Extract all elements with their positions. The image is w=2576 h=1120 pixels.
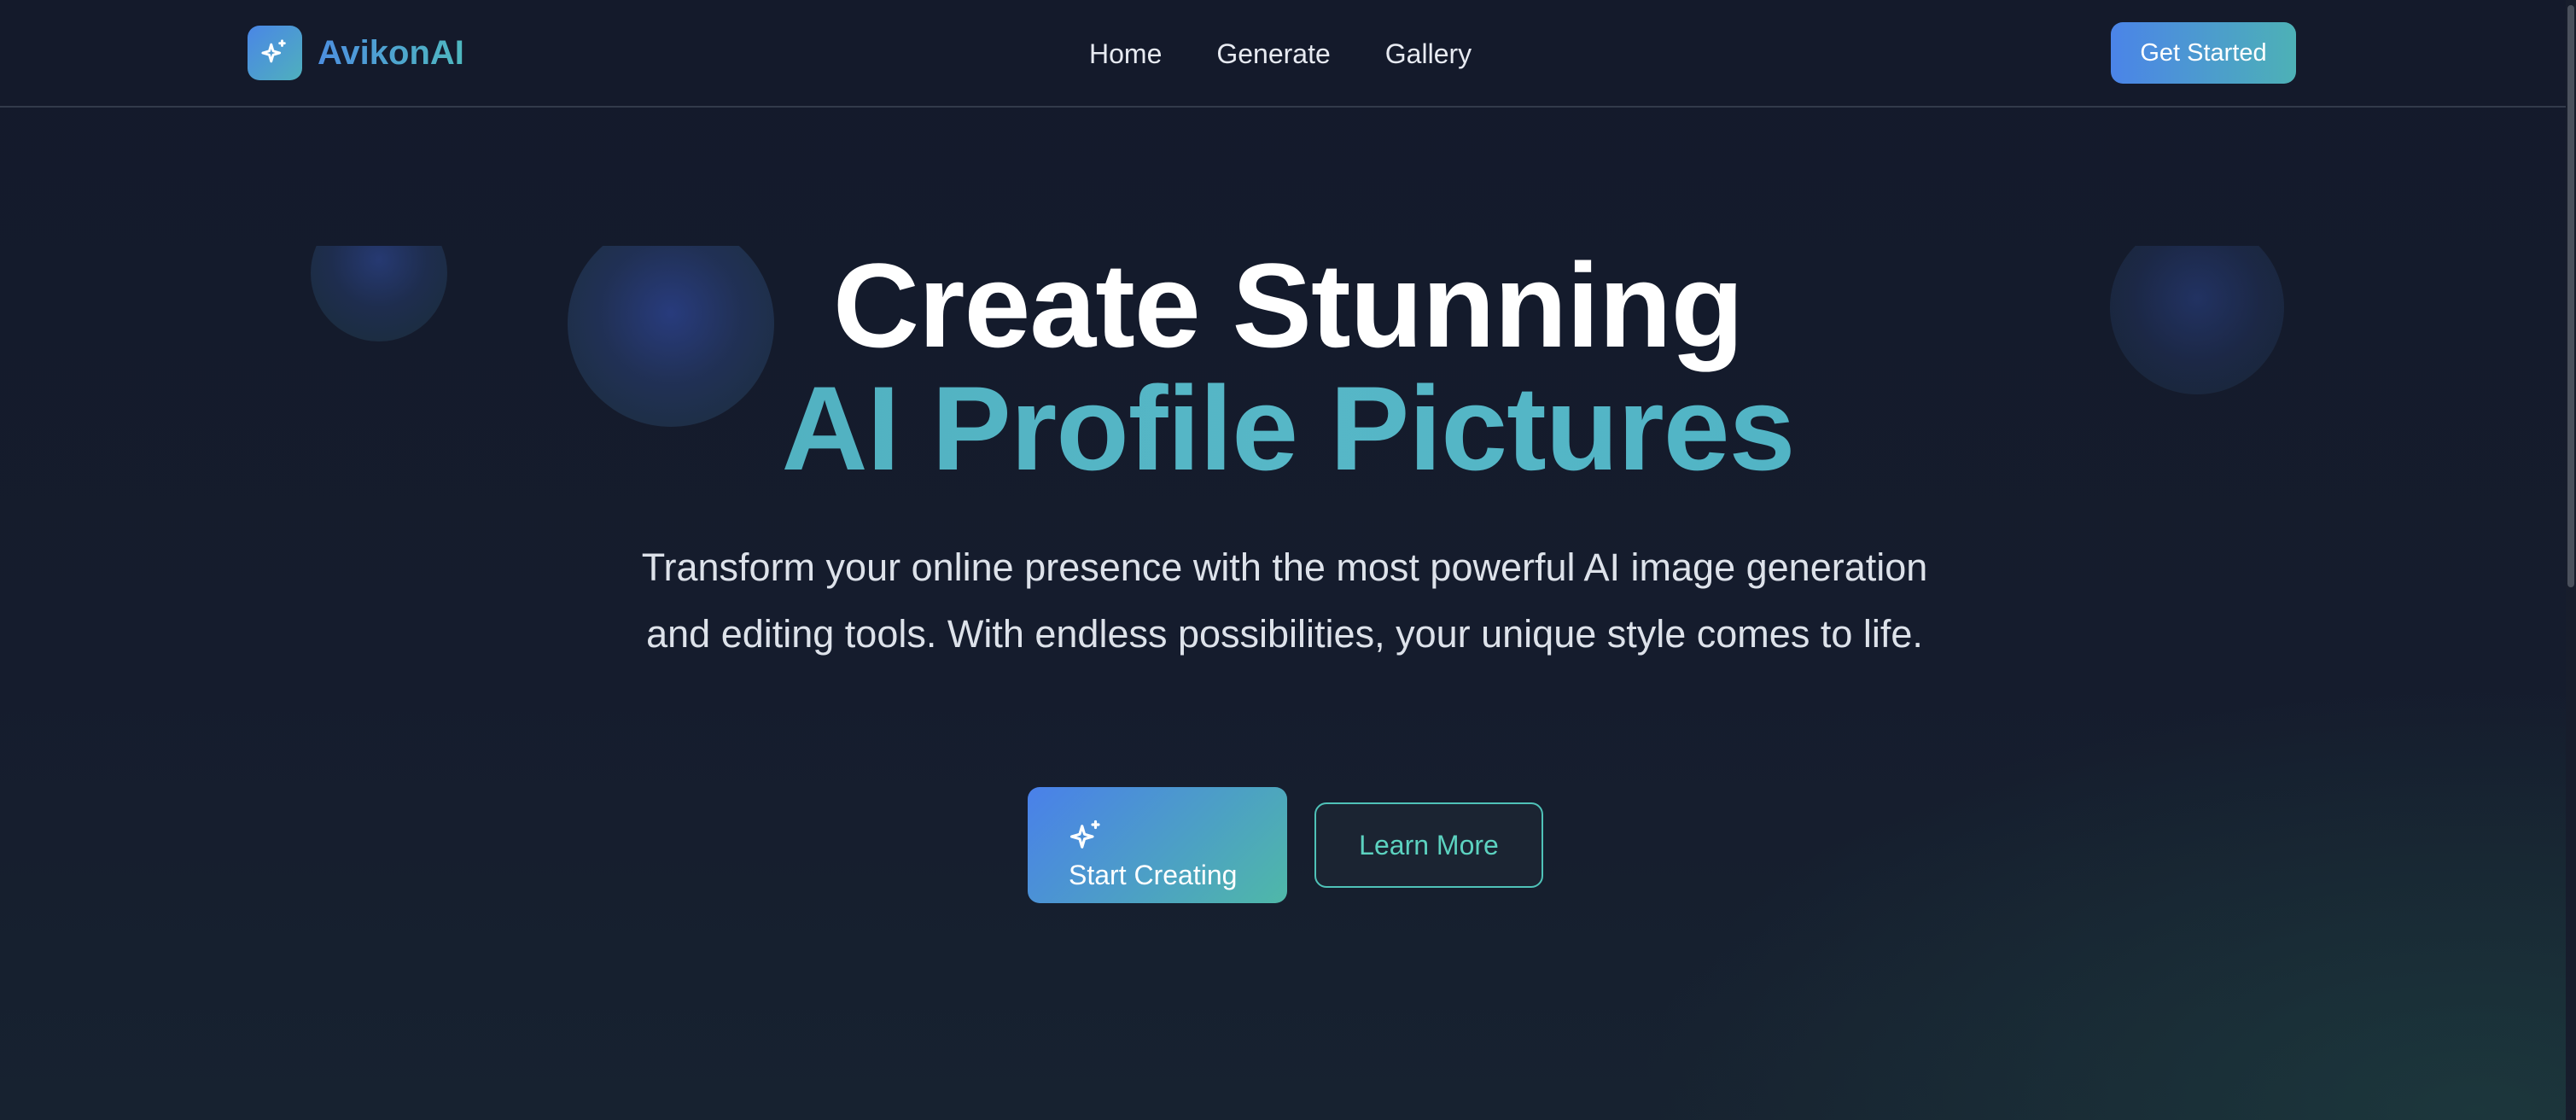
start-creating-button[interactable]: Start Creating: [1028, 787, 1287, 903]
brand-name: AvikonAI: [318, 33, 464, 72]
hero-title-line1: Create Stunning: [832, 238, 1744, 372]
hero-description: Transform your online presence with the …: [641, 545, 1928, 656]
scrollbar[interactable]: [2566, 0, 2576, 1120]
nav-link-gallery[interactable]: Gallery: [1385, 38, 1472, 70]
brand-logo[interactable]: AvikonAI: [248, 26, 464, 80]
sparkles-icon: [1069, 819, 1287, 856]
navbar: AvikonAI Home Generate Gallery Get Start…: [0, 0, 2576, 108]
hero-title: Create Stunning AI Profile Pictures: [0, 244, 2576, 490]
nav-link-generate[interactable]: Generate: [1216, 38, 1330, 70]
start-creating-label: Start Creating: [1069, 859, 1238, 890]
main-nav: Home Generate Gallery: [1089, 34, 1472, 73]
nav-link-home[interactable]: Home: [1089, 38, 1162, 70]
scrollbar-thumb[interactable]: [2567, 5, 2574, 587]
hero-title-line2: AI Profile Pictures: [0, 367, 2576, 490]
learn-more-button[interactable]: Learn More: [1314, 802, 1543, 888]
sparkles-icon: [248, 26, 302, 80]
get-started-button[interactable]: Get Started: [2111, 22, 2296, 84]
